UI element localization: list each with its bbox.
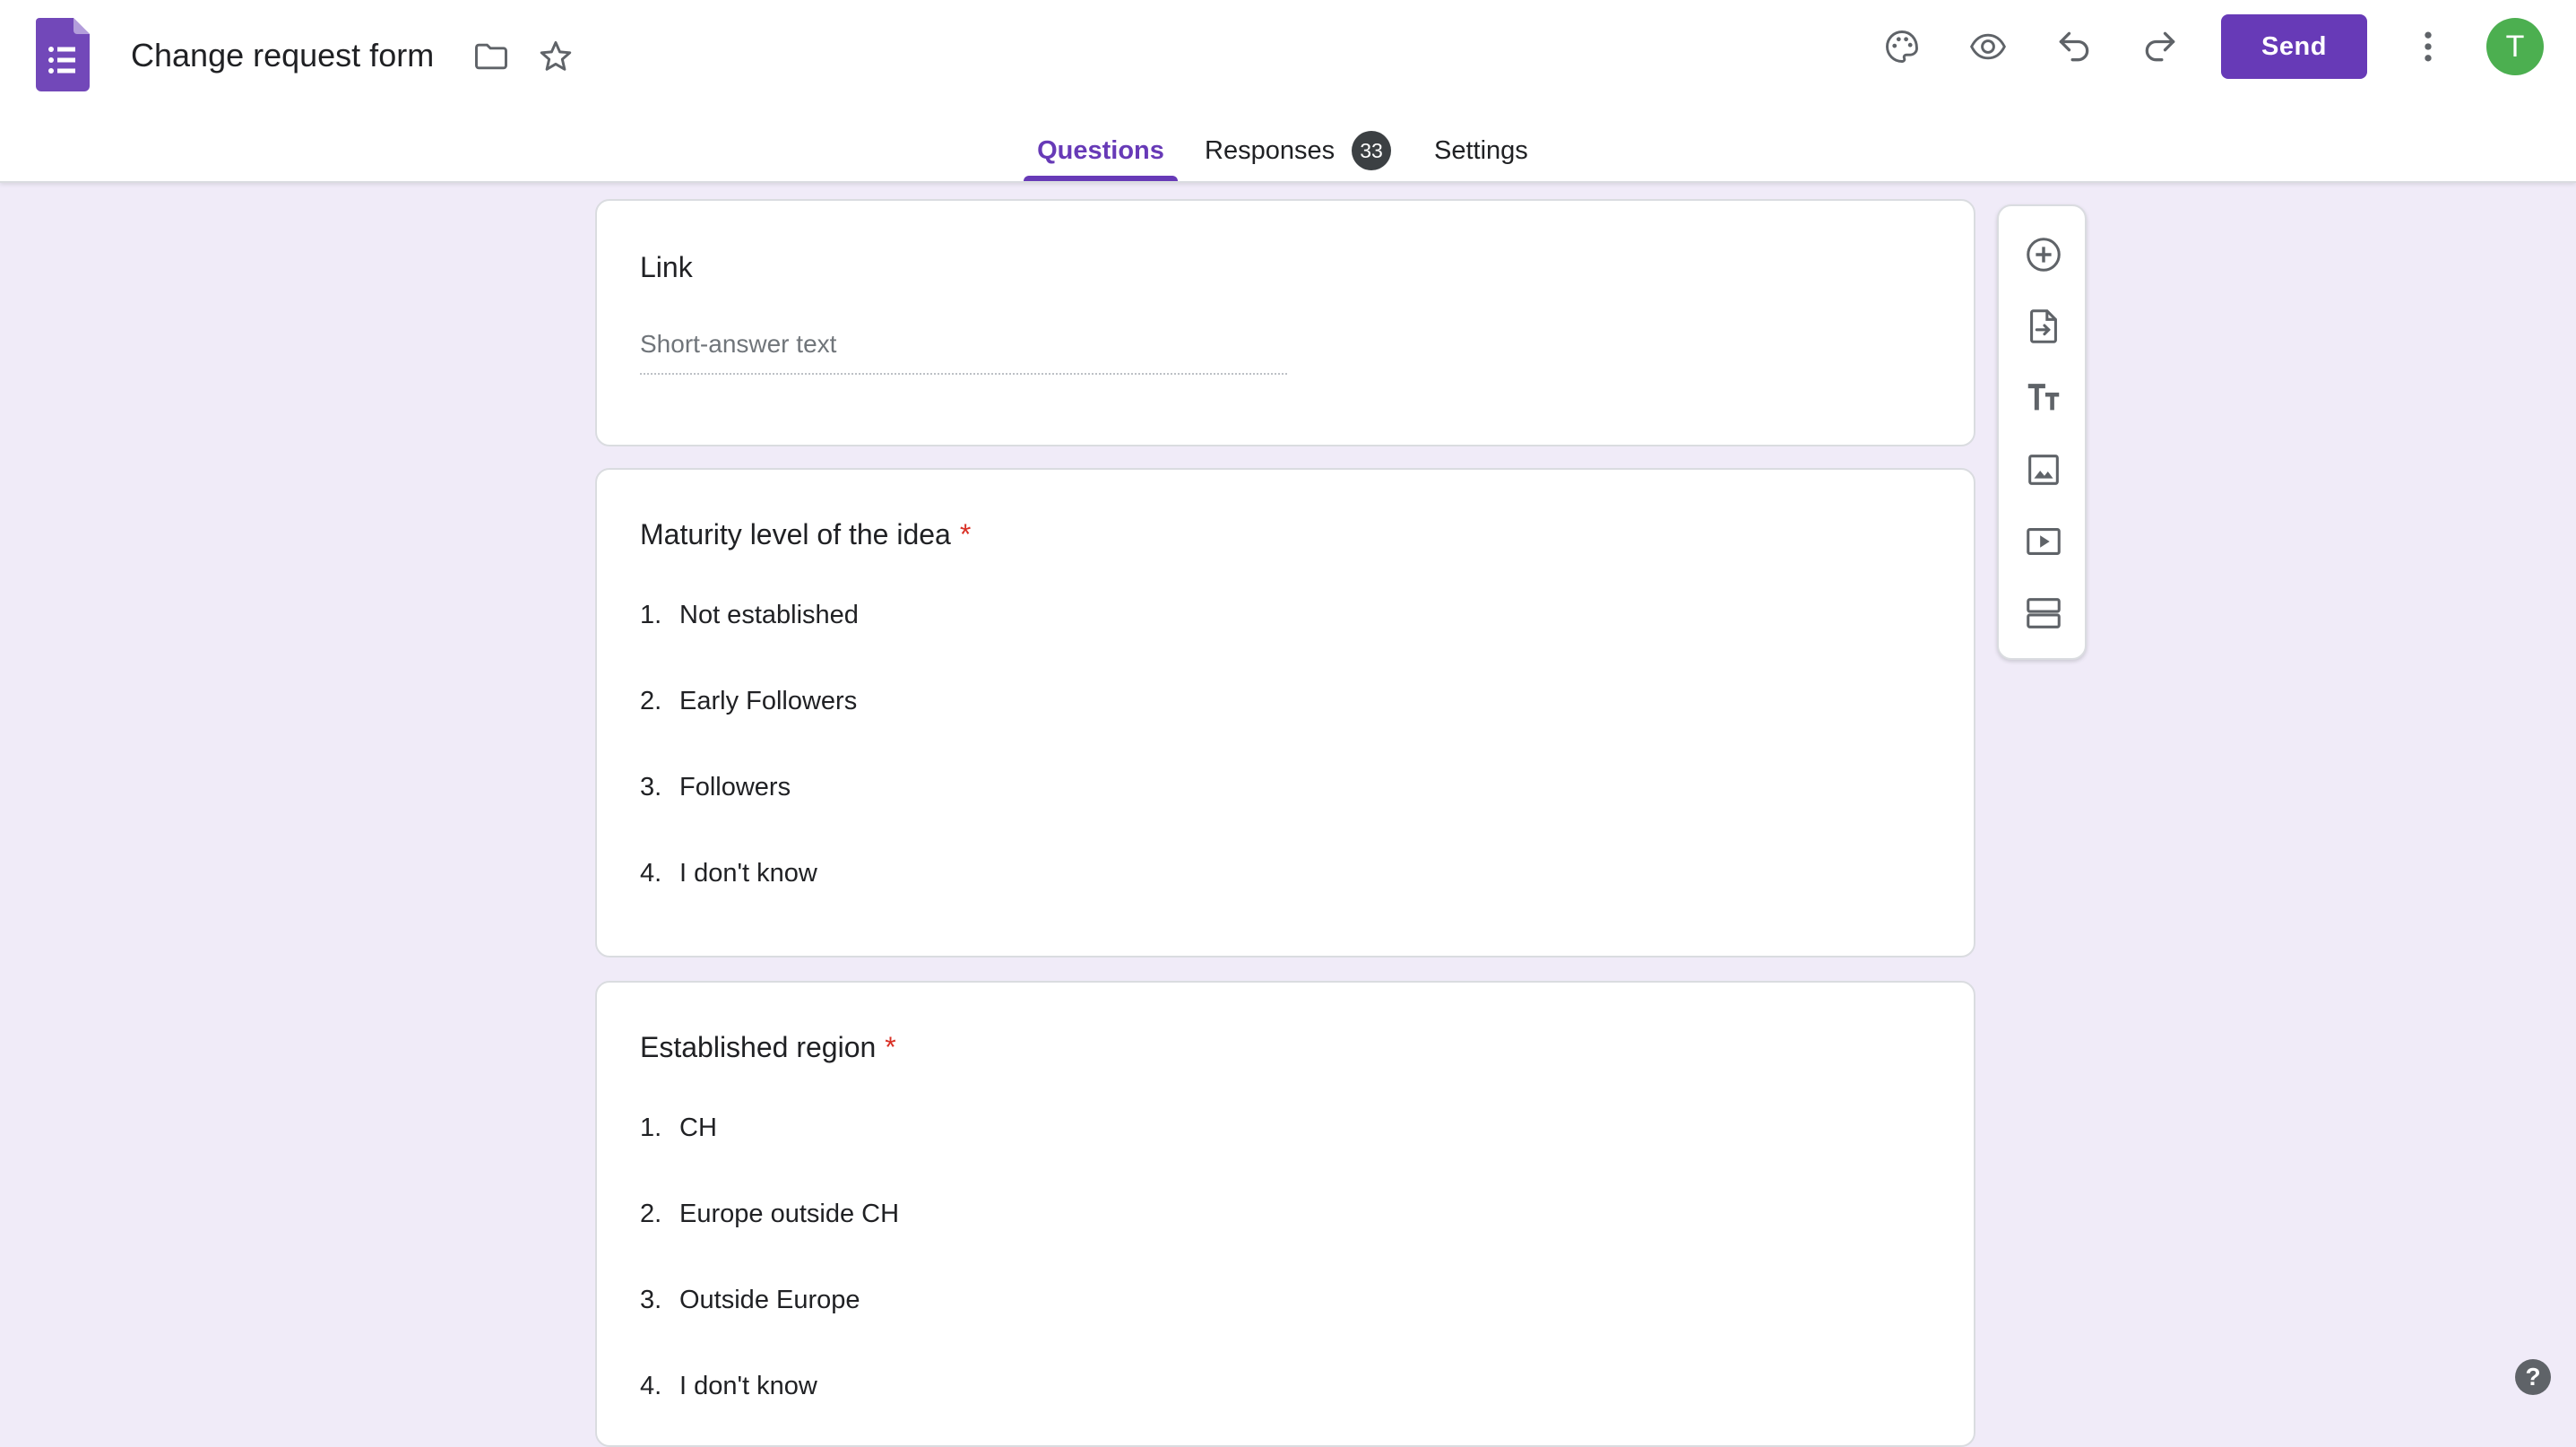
short-answer-placeholder: Short-answer text <box>640 326 1287 375</box>
star-icon[interactable] <box>531 31 581 82</box>
side-toolbar <box>1997 204 2087 660</box>
tab-settings[interactable]: Settings <box>1434 133 1528 169</box>
question-card-maturity[interactable]: Maturity level of the idea * 1. Not establ… <box>595 468 1975 957</box>
option-label: Not established <box>679 601 859 629</box>
list-item: 1. Not established <box>640 597 859 633</box>
tab-responses[interactable]: Responses <box>1205 133 1335 169</box>
list-item: 4. I don't know <box>640 855 817 891</box>
question-title-text: Established region <box>640 1031 877 1063</box>
question-title-text: Maturity level of the idea <box>640 518 951 550</box>
list-item: 3. Followers <box>640 769 791 805</box>
preview-eye-icon[interactable] <box>1963 22 2013 72</box>
palette-icon[interactable] <box>1877 22 1927 72</box>
question-title: Maturity level of the idea * <box>640 515 971 554</box>
list-item: 4. I don't know <box>640 1368 817 1404</box>
add-title-icon[interactable] <box>2018 373 2069 423</box>
required-asterisk: * <box>885 1031 896 1063</box>
option-number: 1. <box>640 1113 662 1142</box>
option-label: Outside Europe <box>679 1286 860 1314</box>
option-label: Followers <box>679 773 791 801</box>
document-title[interactable]: Change request form <box>131 34 434 77</box>
redo-icon[interactable] <box>2135 22 2185 72</box>
list-item: 2. Early Followers <box>640 683 857 719</box>
list-item: 1. CH <box>640 1110 717 1146</box>
option-label: I don't know <box>679 1372 817 1400</box>
option-number: 2. <box>640 687 662 715</box>
folder-icon[interactable] <box>466 31 516 82</box>
forms-logo-icon[interactable] <box>36 18 90 91</box>
account-avatar[interactable]: T <box>2486 18 2544 75</box>
app-header: Change request form Send T Questions Res… <box>0 0 2576 183</box>
add-video-icon[interactable] <box>2018 516 2069 567</box>
undo-icon[interactable] <box>2049 22 2099 72</box>
question-card-region[interactable]: Established region * 1. CH 2. Europe outsid… <box>595 981 1975 1447</box>
active-tab-indicator <box>1024 176 1178 181</box>
send-button[interactable]: Send <box>2221 14 2367 79</box>
option-label: Early Followers <box>679 687 858 715</box>
option-number: 3. <box>640 1286 662 1314</box>
question-title: Link <box>640 251 693 283</box>
required-asterisk: * <box>959 518 972 550</box>
add-image-icon[interactable] <box>2018 445 2069 495</box>
add-section-icon[interactable] <box>2018 588 2069 638</box>
help-icon[interactable]: ? <box>2515 1359 2551 1395</box>
list-item: 3. Outside Europe <box>640 1282 860 1318</box>
add-question-icon[interactable] <box>2018 230 2069 280</box>
list-item: 2. Europe outside CH <box>640 1196 899 1232</box>
option-number: 4. <box>640 859 662 888</box>
responses-count-badge: 33 <box>1352 131 1391 170</box>
question-title: Established region * <box>640 1027 896 1067</box>
option-number: 2. <box>640 1200 662 1228</box>
option-number: 3. <box>640 773 662 801</box>
tab-questions[interactable]: Questions <box>1024 133 1178 169</box>
more-options-icon[interactable] <box>2403 22 2453 72</box>
option-label: Europe outside CH <box>679 1200 900 1228</box>
option-number: 4. <box>640 1372 662 1400</box>
option-label: CH <box>679 1113 717 1142</box>
option-number: 1. <box>640 601 662 629</box>
option-label: I don't know <box>679 859 817 888</box>
import-questions-icon[interactable] <box>2018 301 2069 351</box>
question-card-link[interactable]: Link Short-answer text <box>595 199 1975 446</box>
